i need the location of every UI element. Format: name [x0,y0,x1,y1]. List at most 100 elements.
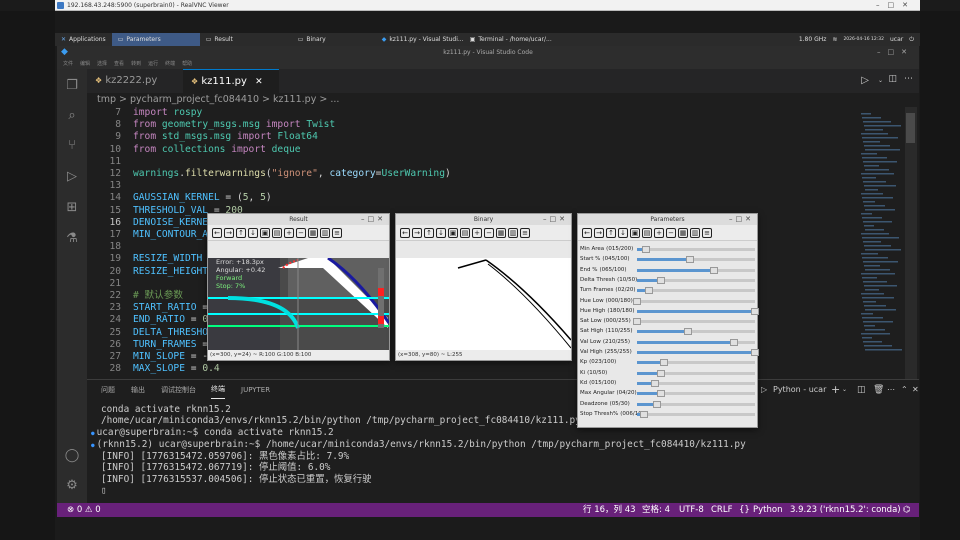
split-terminal-icon[interactable]: ◫ [857,380,866,400]
code-line[interactable]: import rospy [133,107,202,119]
terminal-selector[interactable]: Python - ucar [773,380,826,400]
trackbar-handle[interactable] [656,390,665,398]
taskbar-item-result[interactable]: ▭ Result [200,33,292,46]
menu-run[interactable]: 运行 [148,59,158,69]
tab-kz2222[interactable]: ❖ kz2222.py [87,69,183,93]
code-line[interactable]: from std_msgs.msg import Float64 [133,131,318,143]
zoom-fit-icon[interactable]: ▣ [448,227,458,238]
trackbar-handle[interactable] [751,349,759,356]
trackbar-slider[interactable] [637,359,755,367]
trackbar-slider[interactable] [637,379,755,387]
trackbar-handle[interactable] [644,287,653,295]
run-dropdown-icon[interactable]: ⌄ [878,77,883,84]
zoom-in-icon[interactable]: + [654,227,664,238]
run-debug-icon[interactable]: ▷ [64,169,80,185]
zoom-out-icon[interactable]: − [296,227,306,238]
taskbar-item-parameters[interactable]: ▭ Parameters [111,33,200,46]
trackbar-handle[interactable] [656,369,665,377]
trackbar-handle[interactable] [656,276,665,284]
menu-terminal[interactable]: 终端 [165,59,175,69]
line-ending[interactable]: CRLF [711,503,732,517]
panel-tab-debug-console[interactable]: 调试控制台 [161,380,196,400]
zoom-in-icon[interactable]: + [472,227,482,238]
pan-right-icon[interactable]: → [412,227,422,238]
extensions-icon[interactable]: ⊞ [64,200,80,216]
taskbar-item-terminal[interactable]: ▣ Terminal - /home/ucar/... [464,33,556,46]
panel-close-icon[interactable]: ✕ [912,380,919,400]
trackbar-slider[interactable] [633,297,755,305]
pan-left-icon[interactable]: ← [400,227,410,238]
account-icon[interactable]: ◯ [64,448,80,464]
menu-select[interactable]: 选择 [97,59,107,69]
wifi-icon[interactable]: ≋ [832,33,837,46]
pan-down-icon[interactable]: ↓ [248,227,258,238]
settings-gear-icon[interactable]: ⚙ [64,478,80,494]
trackbar-slider[interactable] [637,287,755,295]
source-control-icon[interactable]: ⑂ [64,138,80,154]
menu-view[interactable]: 查看 [114,59,124,69]
zoom-original-icon[interactable]: ▤ [642,227,652,238]
result-window-controls[interactable]: –□✕ [361,214,386,225]
errors-warnings[interactable]: ⊗ 0 ⚠ 0 [67,503,101,517]
menu-edit[interactable]: 编辑 [80,59,90,69]
cursor-position[interactable]: 行 16，列 43 [583,503,636,517]
save-image-icon[interactable]: ▦ [308,227,318,238]
more-icon[interactable]: ≡ [702,227,712,238]
tab-close-icon[interactable]: ✕ [255,77,263,87]
vnc-window-controls[interactable]: –□✕ [876,0,916,11]
pan-down-icon[interactable]: ↓ [436,227,446,238]
pan-down-icon[interactable]: ↓ [618,227,628,238]
code-line[interactable]: END_RATIO = 0. [133,314,214,326]
trackbar-slider[interactable] [637,410,755,418]
pan-right-icon[interactable]: → [594,227,604,238]
panel-tab-terminal[interactable]: 终端 [211,380,225,399]
code-line[interactable]: from collections import deque [133,144,301,156]
trackbar-handle[interactable] [641,246,650,253]
indent-setting[interactable]: 空格: 4 [642,503,670,517]
language-mode[interactable]: Python [753,503,782,517]
code-line[interactable]: TURN_FRAMES = [133,339,208,351]
zoom-fit-icon[interactable]: ▣ [260,227,270,238]
trackbar-handle[interactable] [653,400,662,408]
code-line[interactable]: warnings.filterwarnings("ignore", catego… [133,168,451,180]
explorer-icon[interactable]: ❐ [64,78,80,94]
properties-icon[interactable]: ▥ [508,227,518,238]
minimap[interactable] [857,107,919,379]
breadcrumb[interactable]: tmp > pycharm_project_fc084410 > kz111.p… [87,93,919,107]
zoom-original-icon[interactable]: ▤ [460,227,470,238]
trackbar-slider[interactable] [637,390,755,398]
code-line[interactable]: MAX_SLOPE = 0.4 [133,363,220,375]
code-line[interactable]: GAUSSIAN_KERNEL = (5, 5) [133,192,272,204]
trackbar-handle[interactable] [660,359,669,367]
zoom-out-icon[interactable]: − [666,227,676,238]
more-actions-icon[interactable]: ⋯ [904,74,913,84]
trackbar-slider[interactable] [637,349,759,356]
trackbar-slider[interactable] [633,318,755,326]
new-terminal-icon[interactable]: + [831,380,840,400]
trackbar-slider[interactable] [637,256,755,264]
pan-up-icon[interactable]: ↑ [424,227,434,238]
code-line[interactable]: MIN_SLOPE = - [133,351,208,363]
panel-more-icon[interactable]: ⋯ [887,380,895,400]
more-icon[interactable]: ≡ [332,227,342,238]
trackbar-slider[interactable] [637,338,755,346]
save-image-icon[interactable]: ▦ [678,227,688,238]
trackbar-slider[interactable] [637,266,755,274]
properties-icon[interactable]: ▥ [320,227,330,238]
trackbar-handle[interactable] [640,410,649,418]
pan-left-icon[interactable]: ← [582,227,592,238]
notifications-icon[interactable]: ⌬ [903,503,910,517]
applications-menu[interactable]: ✕ Applications [55,33,112,46]
pan-right-icon[interactable]: → [224,227,234,238]
menu-file[interactable]: 文件 [63,59,73,69]
menu-go[interactable]: 转到 [131,59,141,69]
trackbar-slider[interactable] [637,276,755,284]
zoom-out-icon[interactable]: − [484,227,494,238]
panel-tab-output[interactable]: 输出 [131,380,145,400]
code-line[interactable]: RESIZE_WIDTH = [133,253,214,265]
more-icon[interactable]: ≡ [520,227,530,238]
binary-window-controls[interactable]: –□✕ [543,214,568,225]
trackbar-handle[interactable] [709,266,718,274]
properties-icon[interactable]: ▥ [690,227,700,238]
panel-maximize-icon[interactable]: ⌃ [901,380,908,400]
